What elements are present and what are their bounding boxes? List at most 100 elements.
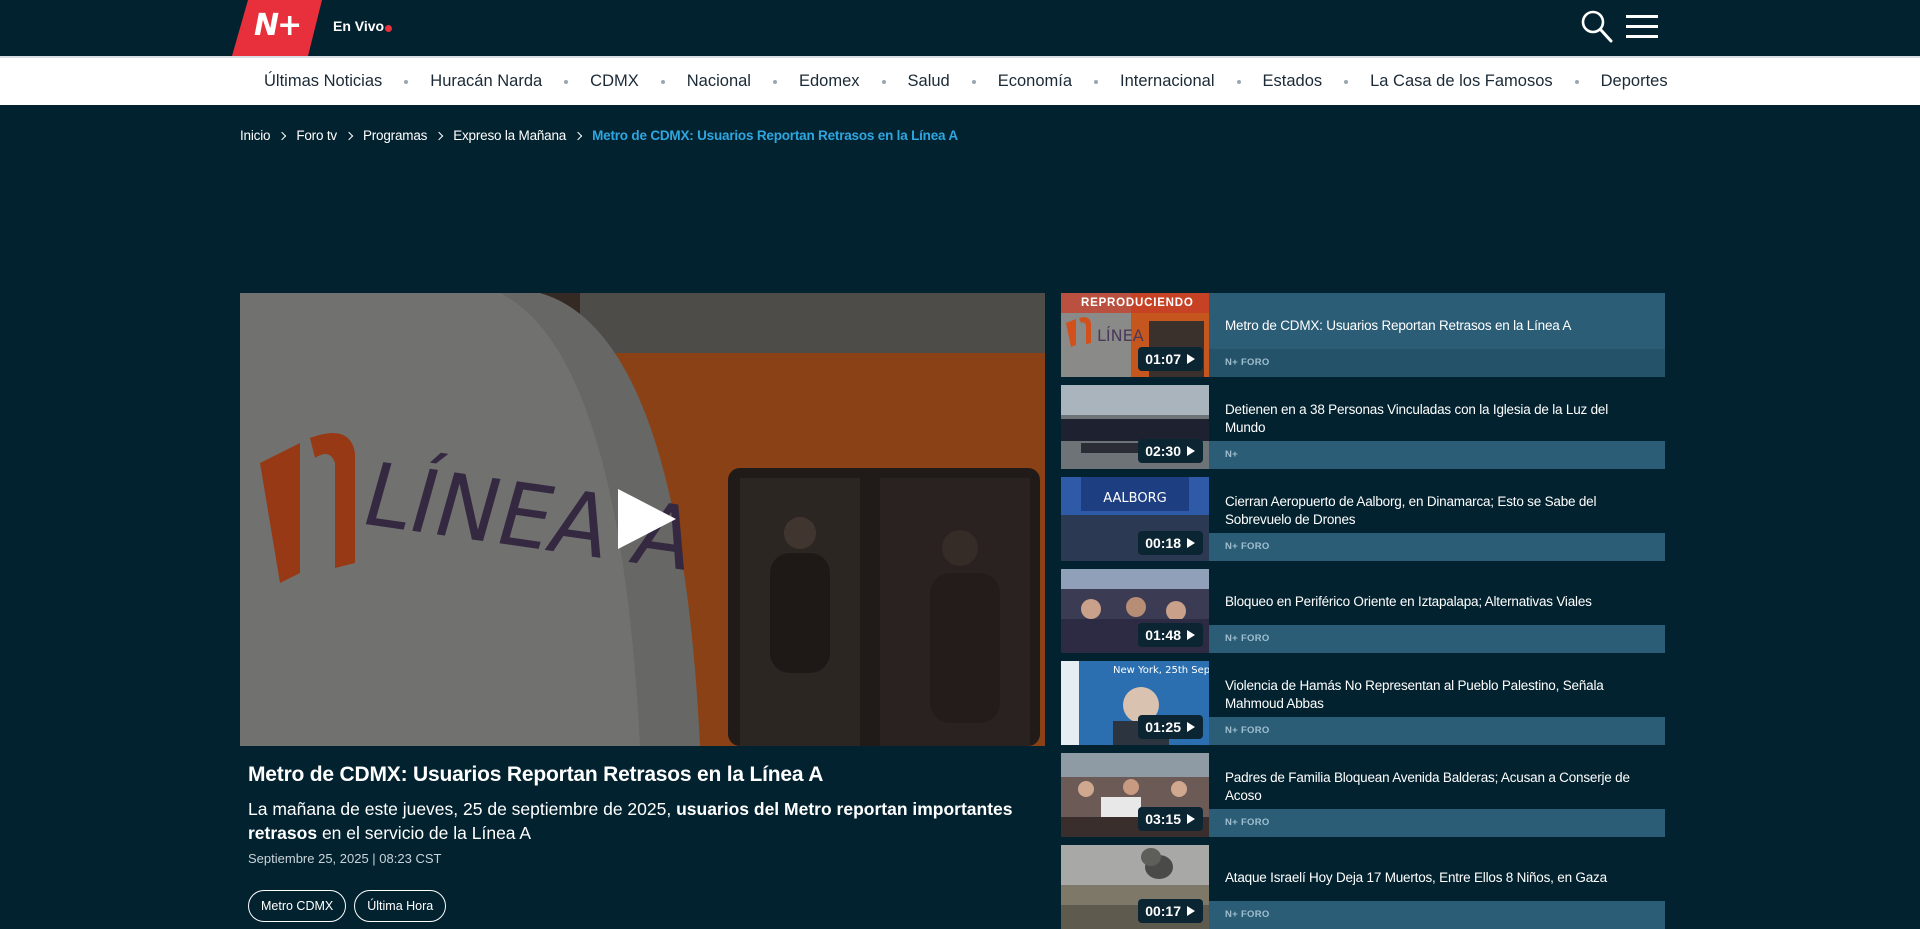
search-icon [1581,10,1613,43]
publish-date: Septiembre 25, 2025 | 08:23 CST [248,851,442,866]
duration-badge: 00:17 [1138,899,1203,923]
section-nav: Últimas Noticias Huracán Narda CDMX Naci… [0,56,1920,105]
duration-badge: 00:18 [1138,531,1203,555]
video-playlist: LÍNEA REPRODUCIENDO 01:07 Metro de CDMX:… [1061,293,1665,929]
playlist-item-body: Detienen en a 38 Personas Vinculadas con… [1209,385,1665,469]
thumbnail-aalborg-text: AALBORG [1103,491,1166,506]
nav-item-la-casa-de-los-famosos[interactable]: La Casa de los Famosos [1370,72,1553,91]
hamburger-line [1626,35,1658,38]
playlist-item-title: Violencia de Hamás No Representan al Pue… [1225,678,1604,711]
nav-separator [1344,79,1349,84]
playlist-item-body: Padres de Familia Bloquean Avenida Balde… [1209,753,1665,837]
playlist-item-title: Detienen en a 38 Personas Vinculadas con… [1225,402,1609,435]
playlist-item-title: Ataque Israelí Hoy Deja 17 Muertos, Entr… [1225,870,1607,885]
duration-badge: 01:25 [1138,715,1203,739]
duration-badge: 01:07 [1138,347,1203,371]
playlist-item-body: Cierran Aeropuerto de Aalborg, en Dinama… [1209,477,1665,561]
breadcrumb: Inicio Foro tv Programas Expreso la Maña… [240,128,958,143]
duration-badge: 03:15 [1138,807,1203,831]
nav-item-nacional[interactable]: Nacional [687,72,751,91]
playlist-item-title: Metro de CDMX: Usuarios Reportan Retraso… [1225,318,1572,333]
playlist-item-body: Ataque Israelí Hoy Deja 17 Muertos, Entr… [1209,845,1665,929]
duration-badge: 01:48 [1138,623,1203,647]
nav-separator [404,79,409,84]
tag-ultima-hora[interactable]: Última Hora [354,890,447,922]
playlist-thumbnail: 02:30 [1061,385,1209,469]
chevron-right-icon [344,131,354,140]
tag-metro-cdmx[interactable]: Metro CDMX [248,890,347,922]
nav-separator [564,79,569,84]
svg-text:LÍNEA: LÍNEA [1097,326,1144,345]
nav-item-ultimas-noticias[interactable]: Últimas Noticias [264,72,382,91]
brand-logo[interactable]: N+ [232,0,322,56]
nav-separator [660,79,665,84]
playlist-thumbnail: 01:48 [1061,569,1209,653]
playlist-item[interactable]: 03:15 Padres de Familia Bloquean Avenida… [1061,753,1665,837]
nav-separator [881,79,886,84]
breadcrumb-expreso-la-manana[interactable]: Expreso la Mañana [453,128,566,143]
playlist-item-source: N+ FORO [1209,533,1665,561]
description-text: La mañana de este jueves, 25 de septiemb… [248,799,677,819]
breadcrumb-programas[interactable]: Programas [363,128,427,143]
hamburger-icon [1626,15,1658,18]
playlist-thumbnail: 03:15 [1061,753,1209,837]
playlist-item-source: N+ FORO [1209,625,1665,653]
playlist-item-source: N+ FORO [1209,349,1665,377]
playlist-item-title: Padres de Familia Bloquean Avenida Balde… [1225,770,1630,803]
duration-badge: 02:30 [1138,439,1203,463]
playlist-item-source: N+ [1209,441,1665,469]
playlist-item[interactable]: 01:48 Bloqueo en Periférico Oriente en I… [1061,569,1665,653]
thumbnail-location-text: New York, 25th Sep [1113,665,1209,676]
playlist-item[interactable]: LÍNEA REPRODUCIENDO 01:07 Metro de CDMX:… [1061,293,1665,377]
search-button[interactable] [1580,8,1614,46]
tag-list: Metro CDMX Última Hora [248,890,454,922]
logo-text: N+ [254,8,302,43]
nav-item-edomex[interactable]: Edomex [799,72,860,91]
nav-item-cdmx[interactable]: CDMX [590,72,639,91]
nav-item-estados[interactable]: Estados [1263,72,1323,91]
playlist-item[interactable]: New York, 25th Sep 01:25 Violencia de Ha… [1061,661,1665,745]
playlist-thumbnail: LÍNEA REPRODUCIENDO 01:07 [1061,293,1209,377]
nav-item-internacional[interactable]: Internacional [1120,72,1214,91]
video-title: Metro de CDMX: Usuarios Reportan Retraso… [248,763,824,786]
now-playing-label: REPRODUCIENDO [1061,293,1209,313]
chevron-right-icon [434,131,444,140]
nav-item-deportes[interactable]: Deportes [1601,72,1668,91]
video-player[interactable]: LÍNEA A [240,293,1045,746]
play-icon[interactable] [618,489,676,549]
playlist-item-source: N+ FORO [1209,901,1665,929]
top-header: N+ En Vivo [0,0,1920,56]
menu-button[interactable] [1626,13,1660,41]
playlist-thumbnail: New York, 25th Sep 01:25 [1061,661,1209,745]
playlist-item[interactable]: AALBORG 00:18 Cierran Aeropuerto de Aalb… [1061,477,1665,561]
playlist-thumbnail: 00:17 [1061,845,1209,929]
playlist-thumbnail: AALBORG 00:18 [1061,477,1209,561]
nav-separator [1236,79,1241,84]
nav-separator [1094,79,1099,84]
breadcrumb-inicio[interactable]: Inicio [240,128,271,143]
playlist-item[interactable]: 02:30 Detienen en a 38 Personas Vinculad… [1061,385,1665,469]
nav-separator [772,79,777,84]
nav-separator [1574,79,1579,84]
playlist-item-title: Cierran Aeropuerto de Aalborg, en Dinama… [1225,494,1597,527]
breadcrumb-current-page: Metro de CDMX: Usuarios Reportan Retraso… [592,128,958,143]
playlist-item-source: N+ FORO [1209,809,1665,837]
playlist-item-source: N+ FORO [1209,717,1665,745]
breadcrumb-foro-tv[interactable]: Foro tv [296,128,337,143]
playlist-item-body: Violencia de Hamás No Representan al Pue… [1209,661,1665,745]
chevron-right-icon [278,131,287,140]
playlist-item[interactable]: 00:17 Ataque Israelí Hoy Deja 17 Muertos… [1061,845,1665,929]
nav-list: Últimas Noticias Huracán Narda CDMX Naci… [264,58,1668,105]
playlist-item-body: Metro de CDMX: Usuarios Reportan Retraso… [1209,293,1665,377]
hamburger-line [1626,25,1658,28]
live-link[interactable]: En Vivo [333,18,384,34]
video-description: La mañana de este jueves, 25 de septiemb… [248,797,1038,845]
nav-item-economia[interactable]: Economía [998,72,1072,91]
playlist-item-title: Bloqueo en Periférico Oriente en Iztapal… [1225,594,1592,609]
chevron-right-icon [573,131,583,140]
nav-item-huracan-narda[interactable]: Huracán Narda [430,72,542,91]
description-text: en el servicio de la Línea A [317,823,532,843]
live-indicator-dot [385,25,392,32]
playlist-item-body: Bloqueo en Periférico Oriente en Iztapal… [1209,569,1665,653]
nav-item-salud[interactable]: Salud [908,72,950,91]
